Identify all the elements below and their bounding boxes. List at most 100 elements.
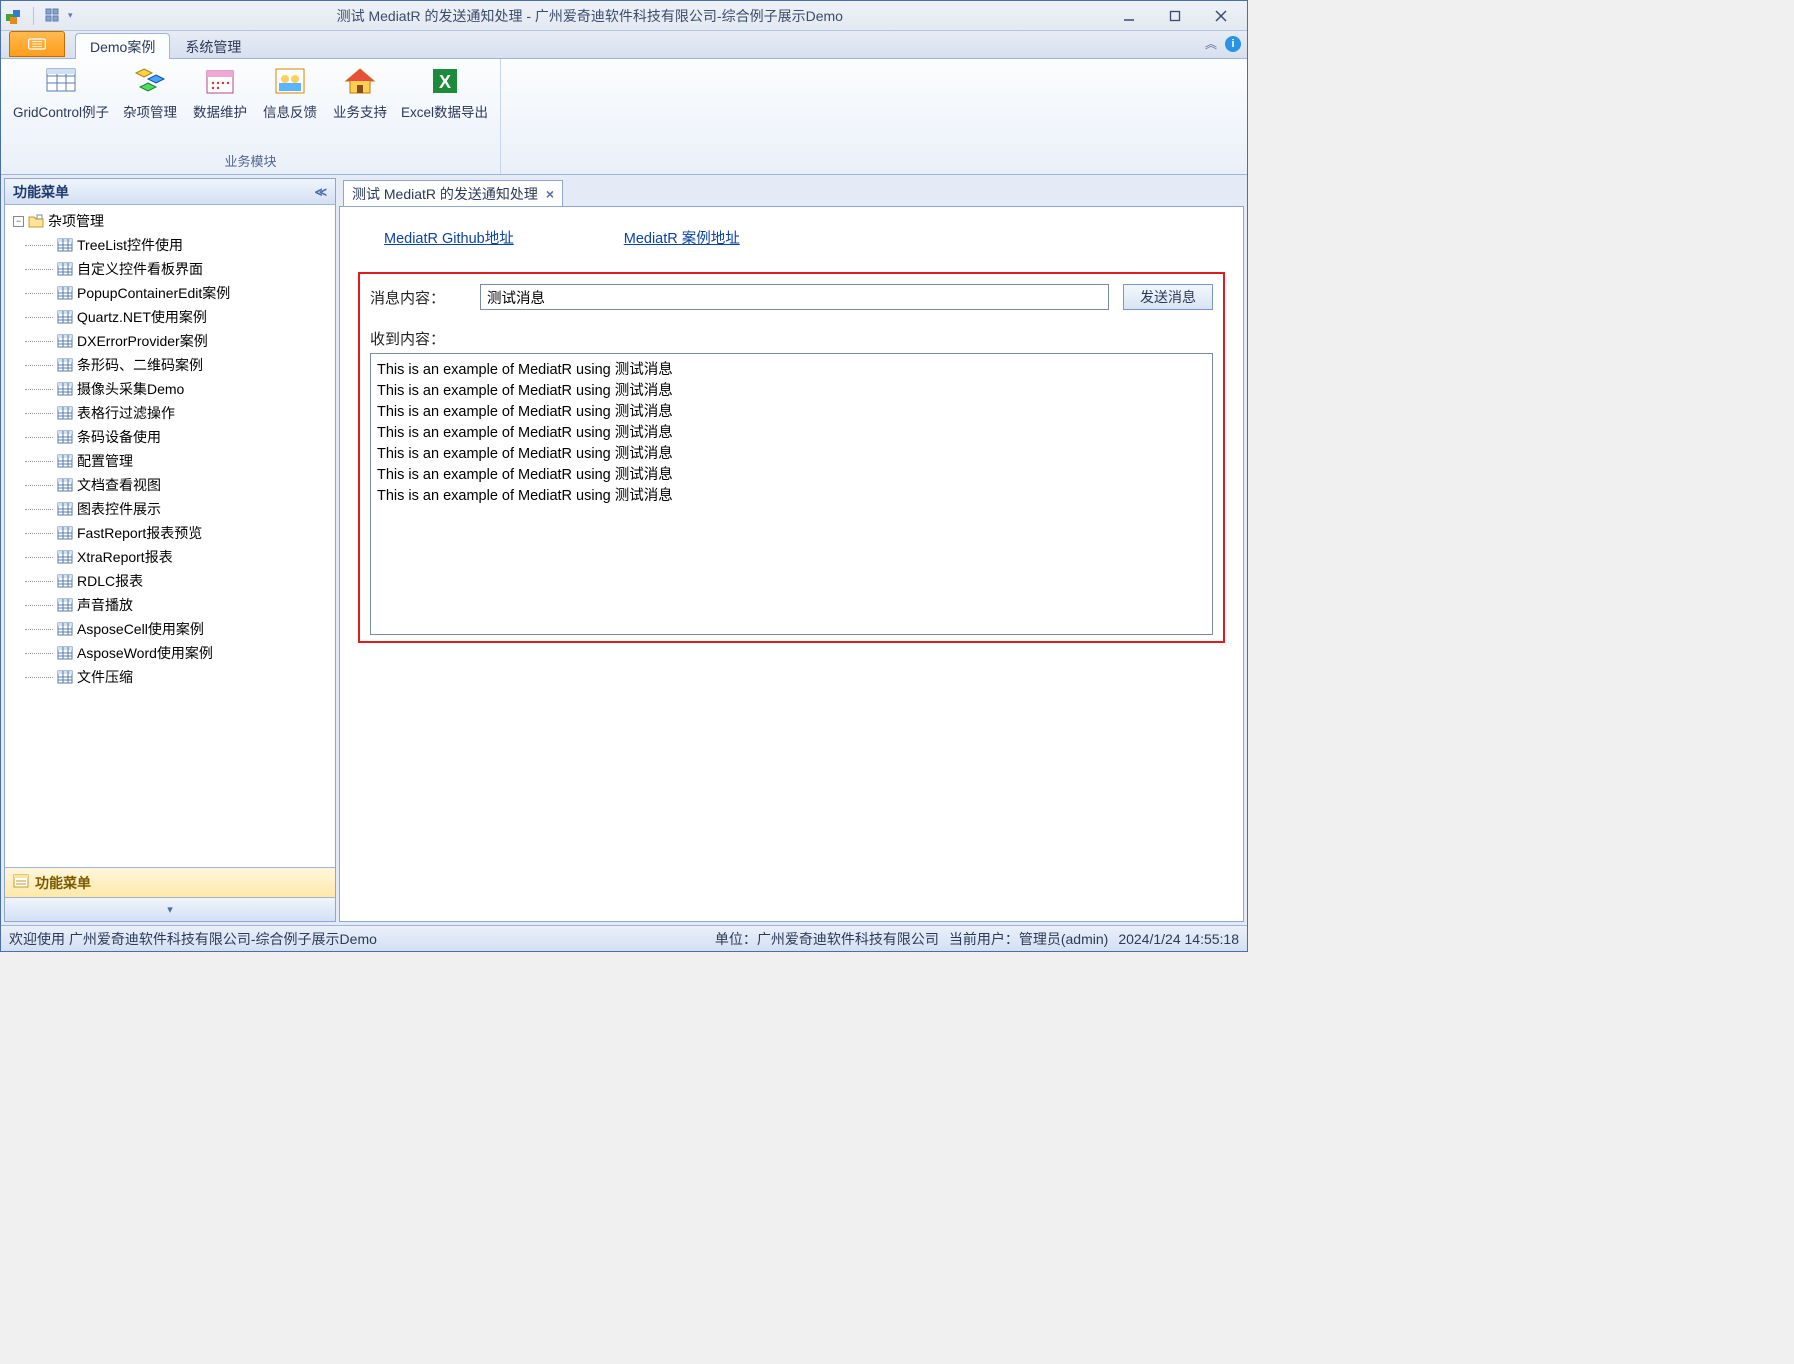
tree-item-label: 文件压缩 — [77, 667, 133, 687]
ribbon-group-biz: GridControl例子 杂项管理 数据维护 信息反馈 业务支持 — [1, 59, 501, 174]
tab-close-icon[interactable]: × — [546, 186, 554, 202]
status-company: 单位：广州爱奇迪软件科技有限公司 — [715, 929, 939, 949]
sidebar-bottom-title: 功能菜单 — [35, 873, 91, 893]
tree-item[interactable]: Quartz.NET使用案例 — [7, 305, 333, 329]
sidebar: 功能菜单 ≪ − 杂项管理 TreeList控件使用自定义控件看板界面 Popup… — [4, 178, 336, 922]
tree-item-label: TreeList控件使用 — [77, 235, 183, 255]
tree-root[interactable]: − 杂项管理 — [7, 209, 333, 233]
grid-item-icon — [57, 646, 73, 660]
calendar-icon — [204, 65, 236, 97]
tree-item-label: Quartz.NET使用案例 — [77, 307, 207, 327]
grid-item-icon — [57, 406, 73, 420]
qat-icon[interactable] — [44, 7, 62, 25]
grid-item-icon — [57, 550, 73, 564]
tree-item[interactable]: 配置管理 — [7, 449, 333, 473]
collapse-icon[interactable]: − — [13, 216, 24, 227]
grid-item-icon — [57, 430, 73, 444]
tree-item-label: FastReport报表预览 — [77, 523, 202, 543]
tree-item-label: 自定义控件看板界面 — [77, 259, 203, 279]
sidebar-header: 功能菜单 ≪ — [5, 179, 335, 205]
tree-item-label: PopupContainerEdit案例 — [77, 283, 230, 303]
maximize-button[interactable] — [1153, 5, 1197, 27]
tree-item-label: RDLC报表 — [77, 571, 143, 591]
grid-item-icon — [57, 622, 73, 636]
send-button[interactable]: 发送消息 — [1123, 284, 1213, 310]
tree-item[interactable]: FastReport报表预览 — [7, 521, 333, 545]
grid-item-icon — [57, 598, 73, 612]
tree-item[interactable]: RDLC报表 — [7, 569, 333, 593]
sidebar-bottom-bar[interactable]: 功能菜单 — [5, 867, 335, 897]
tree-item[interactable]: 图表控件展示 — [7, 497, 333, 521]
grid-item-icon — [57, 574, 73, 588]
people-icon — [274, 65, 306, 97]
tree-item[interactable]: 自定义控件看板界面 — [7, 257, 333, 281]
tree-item-label: DXErrorProvider案例 — [77, 331, 208, 351]
chevron-down-icon: ▾ — [167, 903, 173, 916]
ribbon-item-misc[interactable]: 杂项管理 — [115, 61, 185, 125]
recv-label: 收到内容： — [370, 328, 1213, 349]
tree-item-label: 摄像头采集Demo — [77, 379, 184, 399]
status-time: 2024/1/24 14:55:18 — [1118, 931, 1239, 947]
excel-icon: X — [429, 65, 461, 97]
link-sample[interactable]: MediatR 案例地址 — [624, 227, 740, 248]
tree-item[interactable]: 条码设备使用 — [7, 425, 333, 449]
document-tab-title: 测试 MediatR 的发送通知处理 — [352, 184, 538, 204]
ribbon-tab-demo[interactable]: Demo案例 — [75, 33, 170, 59]
tree-item-label: 表格行过滤操作 — [77, 403, 175, 423]
tree-item[interactable]: 声音播放 — [7, 593, 333, 617]
tree-item-label: 文档查看视图 — [77, 475, 161, 495]
grid-item-icon — [57, 526, 73, 540]
grid-item-icon — [57, 358, 73, 372]
output-box[interactable]: This is an example of MediatR using 测试消息… — [370, 353, 1213, 635]
tree-item[interactable]: 文件压缩 — [7, 665, 333, 689]
sidebar-title: 功能菜单 — [13, 182, 69, 202]
tree-item[interactable]: AsposeCell使用案例 — [7, 617, 333, 641]
ribbon-tab-system[interactable]: 系统管理 — [170, 33, 256, 59]
tree-item[interactable]: 条形码、二维码案例 — [7, 353, 333, 377]
msg-input[interactable] — [480, 284, 1109, 310]
grid-item-icon — [57, 454, 73, 468]
minimize-button[interactable] — [1107, 5, 1151, 27]
app-logo-icon — [5, 7, 23, 25]
pin-icon[interactable]: ≪ — [314, 185, 327, 199]
tree-item[interactable]: XtraReport报表 — [7, 545, 333, 569]
tree-item[interactable]: AsposeWord使用案例 — [7, 641, 333, 665]
ribbon-tab-strip: Demo案例 系统管理 ︽ i — [1, 31, 1247, 59]
ribbon-item-gridcontrol[interactable]: GridControl例子 — [7, 61, 115, 125]
sidebar-tree[interactable]: − 杂项管理 TreeList控件使用自定义控件看板界面 PopupContain… — [5, 205, 335, 867]
house-icon — [344, 65, 376, 97]
grid-item-icon — [57, 478, 73, 492]
ribbon-item-feedback[interactable]: 信息反馈 — [255, 61, 325, 125]
close-button[interactable] — [1199, 5, 1243, 27]
ribbon-collapse-icon[interactable]: ︽ — [1205, 35, 1217, 52]
status-user: 当前用户：管理员(admin) — [949, 929, 1108, 949]
tree-item[interactable]: 摄像头采集Demo — [7, 377, 333, 401]
tree-item-label: 图表控件展示 — [77, 499, 161, 519]
sidebar-pager[interactable]: ▾ — [5, 897, 335, 921]
tree-item-label: 配置管理 — [77, 451, 133, 471]
tree-item[interactable]: TreeList控件使用 — [7, 233, 333, 257]
grid-item-icon — [57, 382, 73, 396]
document-tabs: 测试 MediatR 的发送通知处理 × — [339, 178, 1244, 206]
ribbon-item-support[interactable]: 业务支持 — [325, 61, 395, 125]
document-tab[interactable]: 测试 MediatR 的发送通知处理 × — [343, 180, 563, 206]
ribbon-item-datamaint[interactable]: 数据维护 — [185, 61, 255, 125]
tree-item[interactable]: 表格行过滤操作 — [7, 401, 333, 425]
tree-item-label: 条码设备使用 — [77, 427, 161, 447]
tree-item[interactable]: DXErrorProvider案例 — [7, 329, 333, 353]
grid-item-icon — [57, 286, 73, 300]
document-body: MediatR Github地址 MediatR 案例地址 消息内容： 发送消息… — [339, 206, 1244, 922]
help-icon[interactable]: i — [1225, 36, 1241, 52]
grid-icon — [45, 65, 77, 97]
content-area: 测试 MediatR 的发送通知处理 × MediatR Github地址 Me… — [339, 178, 1244, 922]
grid-item-icon — [57, 262, 73, 276]
ribbon-group-label: 业务模块 — [7, 149, 494, 174]
highlight-box: 消息内容： 发送消息 收到内容： This is an example of M… — [358, 272, 1225, 643]
grid-item-icon — [57, 670, 73, 684]
ribbon-item-excel[interactable]: X Excel数据导出 — [395, 61, 494, 125]
tree-item[interactable]: 文档查看视图 — [7, 473, 333, 497]
app-menu-button[interactable] — [9, 31, 65, 57]
ribbon: GridControl例子 杂项管理 数据维护 信息反馈 业务支持 — [1, 59, 1247, 175]
link-github[interactable]: MediatR Github地址 — [384, 227, 514, 248]
tree-item[interactable]: PopupContainerEdit案例 — [7, 281, 333, 305]
